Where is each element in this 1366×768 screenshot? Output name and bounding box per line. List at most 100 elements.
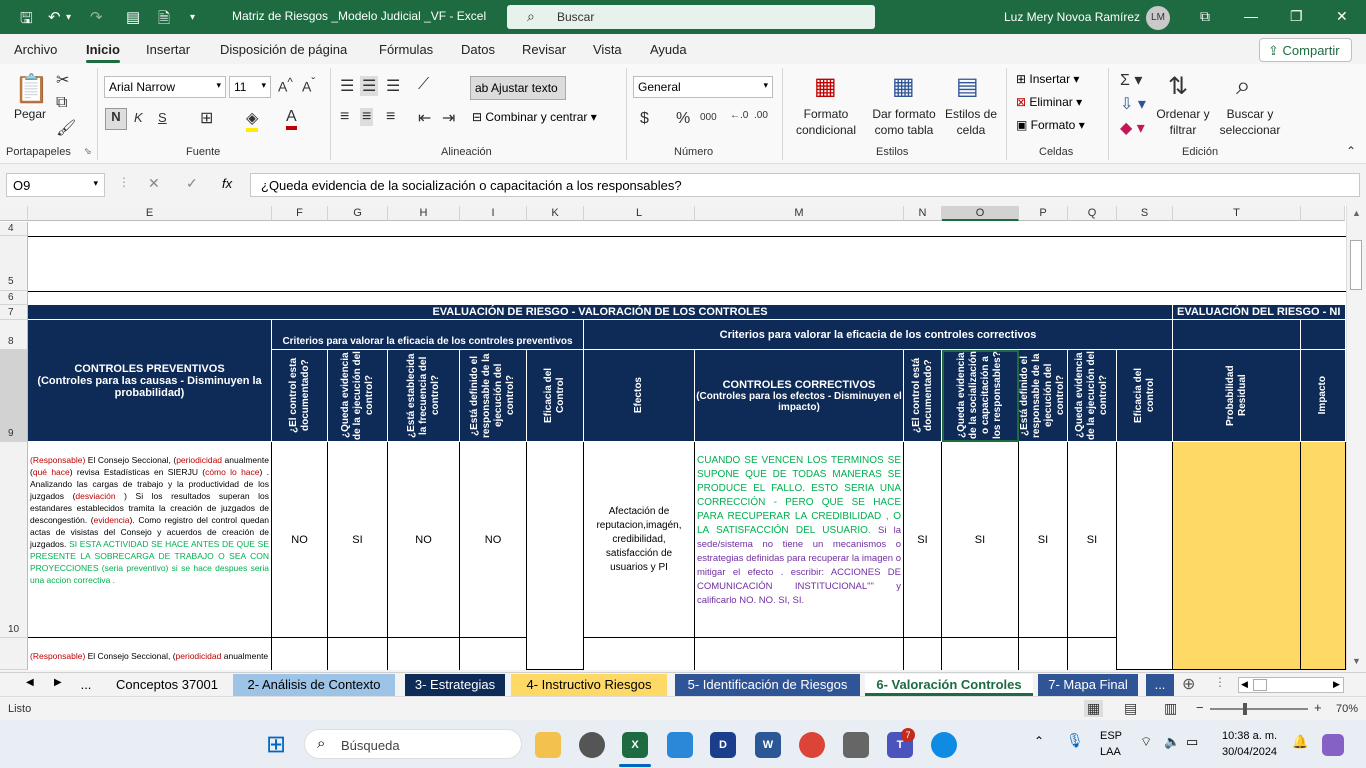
select-all[interactable] — [0, 206, 28, 221]
cell-s10[interactable] — [1117, 442, 1173, 670]
cell-p10[interactable]: SI — [1019, 442, 1068, 638]
increase-indent-icon[interactable]: ⇥ — [442, 108, 455, 128]
maps-icon[interactable] — [667, 732, 693, 758]
column-header-selected[interactable]: O — [942, 206, 1019, 221]
align-bottom-icon[interactable]: ☰ — [386, 76, 400, 96]
row-header[interactable]: 7 — [0, 305, 28, 320]
page-break-icon[interactable]: ▥ — [1164, 700, 1177, 717]
column-header[interactable]: F — [272, 206, 328, 221]
column-header[interactable]: S — [1117, 206, 1173, 221]
h-scrollbar-thumb[interactable] — [1253, 679, 1267, 691]
scroll-left-icon[interactable]: ◀ — [1241, 679, 1248, 690]
windows-start-icon[interactable]: ⊞ — [266, 730, 286, 759]
column-header[interactable]: M — [695, 206, 904, 221]
vertical-scrollbar[interactable]: ▲ ▼ — [1346, 206, 1366, 670]
calculator-icon[interactable] — [843, 732, 869, 758]
insert-cells-button[interactable]: ⊞ Insertar ▾ — [1016, 72, 1079, 86]
italic-button[interactable]: K — [134, 110, 143, 125]
minimize-icon[interactable]: — — [1244, 8, 1258, 24]
underline-button[interactable]: S — [158, 110, 167, 125]
scroll-right-icon[interactable]: ▶ — [1333, 679, 1340, 690]
fill-icon[interactable]: ⇩ ▾ — [1120, 94, 1146, 114]
sort-filter-button[interactable]: Ordenar y filtrar — [1152, 106, 1214, 138]
cell-n10[interactable]: SI — [904, 442, 942, 638]
autosum-icon[interactable]: Σ ▾ — [1120, 70, 1142, 90]
sheet-tab-estrategias[interactable]: 3- Estrategias — [405, 674, 505, 696]
more-tabs-icon[interactable]: ⋮ — [1214, 675, 1226, 689]
cell-l11[interactable] — [584, 638, 695, 670]
share-button[interactable]: ⇪ Compartir — [1259, 38, 1352, 62]
increase-font-icon[interactable]: A^ — [278, 76, 293, 95]
sheet-tab-more-right[interactable]: ... — [1146, 674, 1174, 696]
decrease-indent-icon[interactable]: ⇤ — [418, 108, 431, 128]
cell-i11[interactable] — [460, 638, 527, 670]
conditional-format-icon[interactable]: ▦ — [814, 72, 837, 101]
currency-icon[interactable]: $ — [640, 110, 649, 128]
function-icon[interactable]: fx — [222, 176, 232, 191]
copilot-icon[interactable] — [1322, 734, 1344, 756]
cell-g11[interactable] — [328, 638, 388, 670]
redo-icon[interactable]: ↷ — [90, 8, 103, 26]
volume-icon[interactable]: 🔈 — [1164, 734, 1180, 750]
copy-icon[interactable]: ⧉ — [56, 94, 67, 112]
wifi-icon[interactable]: ⌔ — [1140, 734, 1152, 750]
microphone-icon[interactable]: 🎙 — [1066, 732, 1084, 749]
more-options-icon[interactable]: ⋮ — [118, 175, 130, 189]
cell-f11[interactable] — [272, 638, 328, 670]
cell-n11[interactable] — [904, 638, 942, 670]
language-indicator-2[interactable]: LAA — [1100, 746, 1121, 758]
zoom-slider[interactable] — [1210, 708, 1308, 710]
paste-icon[interactable]: 📋 — [14, 72, 49, 105]
cell-g10[interactable]: SI — [328, 442, 388, 638]
sheet-tab-instructivo[interactable]: 4- Instructivo Riesgos — [511, 674, 667, 696]
show-hidden-icons-icon[interactable]: ⌃ — [1034, 734, 1044, 748]
scrollbar-thumb[interactable] — [1350, 240, 1362, 290]
row-header[interactable]: 5 — [0, 236, 28, 291]
ribbon-display-icon[interactable]: ⧉ — [1200, 8, 1210, 25]
column-header[interactable]: N — [904, 206, 942, 221]
clock-time[interactable]: 10:38 a. m. — [1222, 730, 1277, 742]
sheet-icon[interactable]: 🗎 — [158, 8, 170, 33]
sheet-tab-more[interactable]: ... — [70, 674, 102, 696]
column-header[interactable]: E — [28, 206, 272, 221]
word-icon[interactable]: W — [755, 732, 781, 758]
clear-icon[interactable]: ◆ ▾ — [1120, 118, 1145, 138]
font-name-select[interactable]: Arial Narrow ▾ — [104, 76, 226, 98]
zoom-level[interactable]: 70% — [1336, 703, 1358, 715]
search-box[interactable]: ⌕ Buscar — [507, 5, 875, 29]
bold-button[interactable]: N — [105, 108, 127, 130]
delete-cells-button[interactable]: ⊠ Eliminar ▾ — [1016, 95, 1082, 109]
format-as-table-button[interactable]: Dar formato como tabla — [866, 106, 942, 138]
zoom-in-icon[interactable]: + — [1314, 700, 1322, 715]
number-format-select[interactable]: General ▾ — [633, 76, 773, 98]
column-header[interactable] — [1301, 206, 1345, 221]
undo-dropdown-icon[interactable]: ▾ — [66, 12, 71, 23]
customize-qat-icon[interactable]: ▾ — [190, 12, 195, 23]
tab-formulas[interactable]: Fórmulas — [379, 42, 433, 57]
enter-icon[interactable]: ✓ — [186, 175, 198, 192]
column-header[interactable]: G — [328, 206, 388, 221]
scroll-up-icon[interactable]: ▲ — [1352, 208, 1361, 218]
cell-m10[interactable]: CUANDO SE VENCEN LOS TERMINOS SE SUPONE … — [695, 442, 904, 638]
cell-f10[interactable]: NO — [272, 442, 328, 638]
cut-icon[interactable]: ✂ — [56, 70, 69, 90]
row-header[interactable]: 8 — [0, 320, 28, 350]
file-explorer-icon[interactable] — [535, 732, 561, 758]
sheet-tab-conceptos[interactable]: Conceptos 37001 — [106, 674, 228, 696]
column-header[interactable]: I — [460, 206, 527, 221]
cell-h10[interactable]: NO — [388, 442, 460, 638]
battery-icon[interactable]: ▭ — [1186, 734, 1198, 750]
cell-q10[interactable]: SI — [1068, 442, 1117, 638]
normal-view-icon[interactable]: ▦ — [1084, 700, 1104, 717]
merge-center-button[interactable]: ⊟ Combinar y centrar ▾ — [472, 110, 597, 124]
control-description-cell[interactable]: (Responsable) El Consejo Seccional, (per… — [28, 442, 272, 638]
align-right-icon[interactable]: ≡ — [386, 108, 395, 126]
column-header[interactable]: H — [388, 206, 460, 221]
cell-q11[interactable] — [1068, 638, 1117, 670]
format-painter-icon[interactable]: 🖌 — [56, 118, 76, 138]
undo-icon[interactable]: ↶ — [48, 8, 61, 26]
save-icon[interactable]: 🖫 — [20, 8, 33, 33]
borders-icon[interactable]: ⊞ — [200, 108, 213, 128]
align-left-icon[interactable]: ≡ — [340, 108, 349, 126]
zoom-slider-thumb[interactable] — [1243, 703, 1247, 715]
